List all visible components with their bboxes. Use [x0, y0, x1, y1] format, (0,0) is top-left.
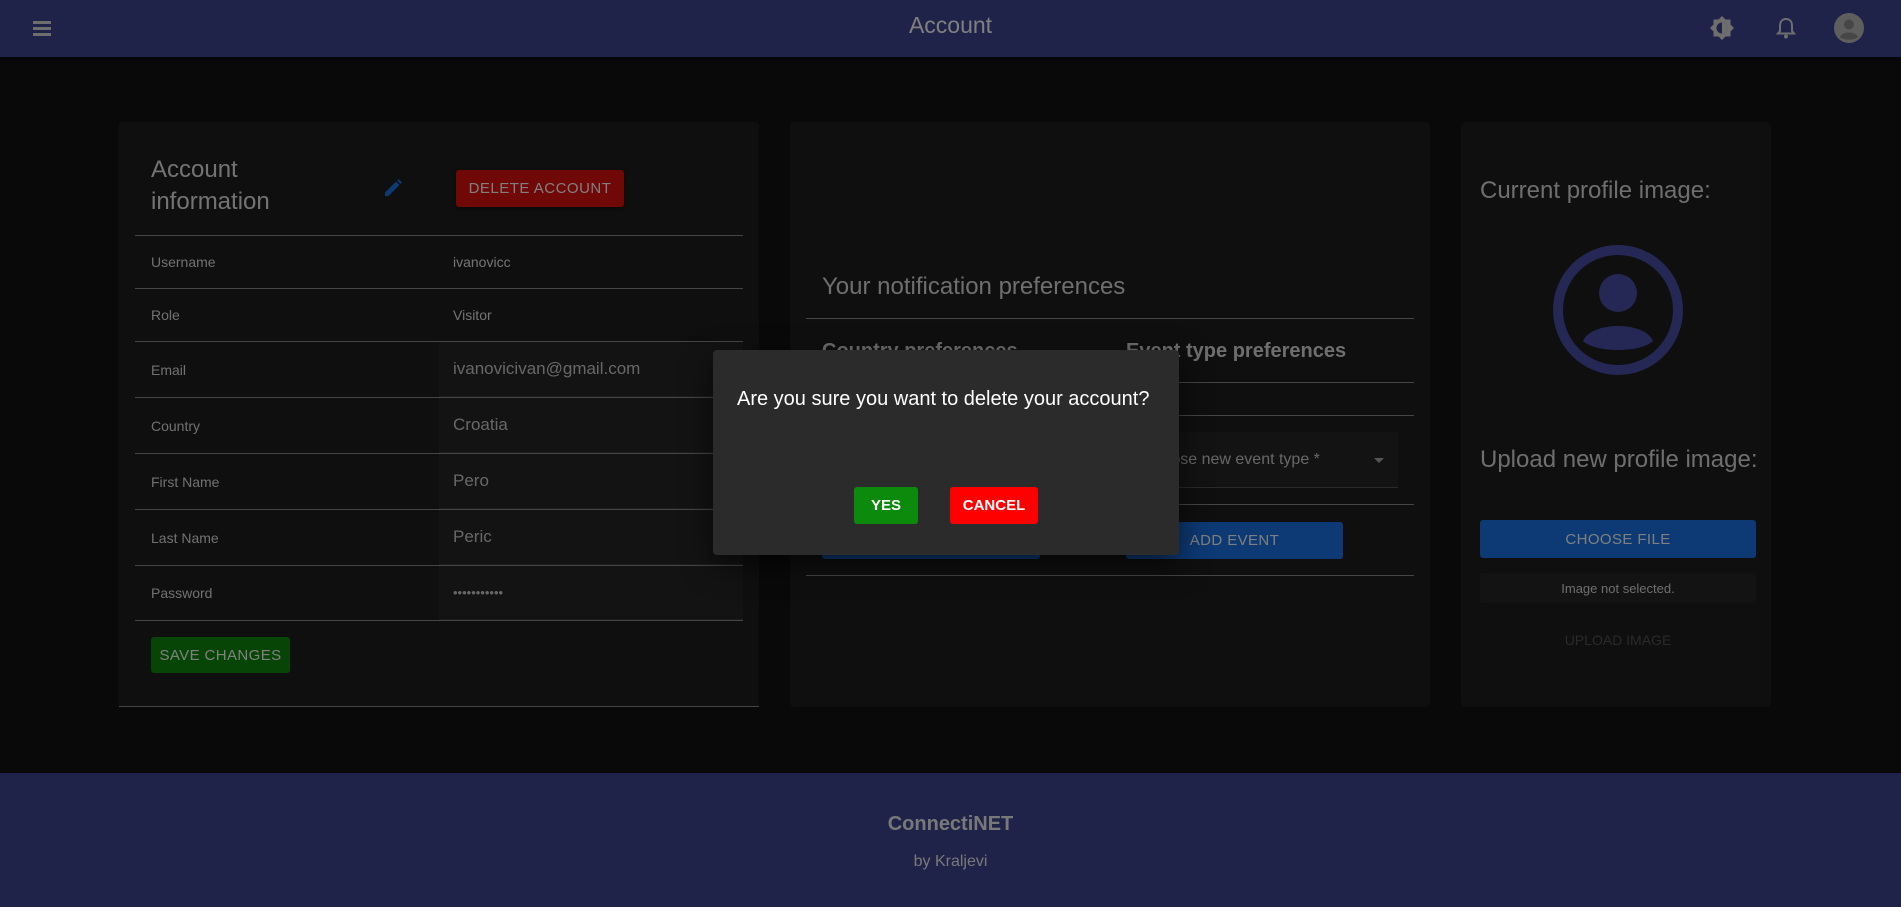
- delete-account-dialog: Are you sure you want to delete your acc…: [713, 350, 1179, 555]
- cancel-button[interactable]: CANCEL: [950, 487, 1038, 524]
- dialog-message: Are you sure you want to delete your acc…: [737, 388, 1150, 410]
- yes-button[interactable]: YES: [854, 487, 918, 524]
